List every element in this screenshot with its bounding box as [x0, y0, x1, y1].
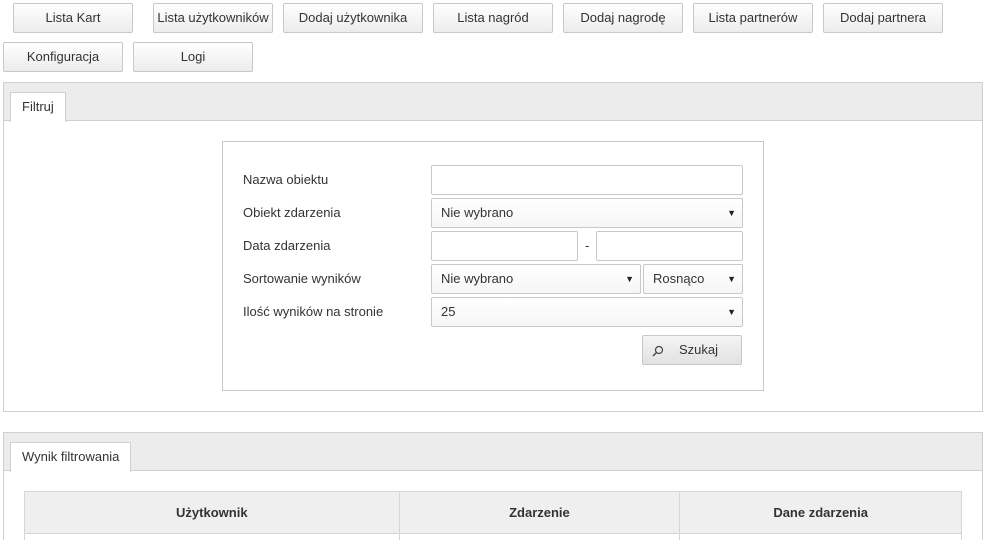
- search-button-label: Szukaj: [679, 342, 719, 357]
- nav-button-logi[interactable]: Logi: [133, 42, 253, 72]
- nav-button-dodaj-partnera[interactable]: Dodaj partnera: [823, 3, 943, 33]
- sort-order-value: Rosnąco: [653, 271, 705, 286]
- per-page-value: 25: [441, 304, 456, 319]
- filter-panel: Filtruj Nazwa obiektu Obiekt zdarzenia N…: [3, 82, 983, 412]
- object-name-label: Nazwa obiektu: [243, 172, 329, 187]
- table-cell: [398, 533, 681, 540]
- search-icon: [652, 345, 664, 357]
- results-panel-header: [4, 433, 982, 471]
- chevron-down-icon: ▼: [625, 274, 634, 284]
- filter-panel-header: [4, 83, 982, 121]
- search-button[interactable]: Szukaj: [642, 335, 742, 365]
- per-page-label: Ilość wyników na stronie: [243, 304, 384, 319]
- results-table: Użytkownik Zdarzenie Dane zdarzenia: [24, 491, 962, 540]
- tab-filtruj[interactable]: Filtruj: [10, 92, 66, 122]
- date-to-input[interactable]: [596, 231, 743, 261]
- date-from-input[interactable]: [431, 231, 578, 261]
- event-object-value: Nie wybrano: [441, 205, 514, 220]
- event-date-label: Data zdarzenia: [243, 238, 331, 253]
- event-object-select[interactable]: Nie wybrano ▼: [431, 198, 743, 228]
- table-row: [24, 533, 962, 540]
- filter-form: Nazwa obiektu Obiekt zdarzenia Nie wybra…: [222, 141, 764, 391]
- nav-button-lista-nagrod[interactable]: Lista nagród: [433, 3, 553, 33]
- chevron-down-icon: ▼: [727, 208, 736, 218]
- event-object-label: Obiekt zdarzenia: [243, 205, 341, 220]
- results-panel: Wynik filtrowania Użytkownik Zdarzenie D…: [3, 432, 983, 540]
- column-header-uzytkownik[interactable]: Użytkownik: [24, 491, 400, 534]
- sort-field-select[interactable]: Nie wybrano ▼: [431, 264, 641, 294]
- nav-button-lista-partnerow[interactable]: Lista partnerów: [693, 3, 813, 33]
- table-cell: [679, 533, 962, 540]
- nav-button-konfiguracja[interactable]: Konfiguracja: [3, 42, 123, 72]
- date-separator: -: [585, 238, 590, 253]
- table-cell: [24, 533, 400, 540]
- nav-button-dodaj-nagrode[interactable]: Dodaj nagrodę: [563, 3, 683, 33]
- sort-label: Sortowanie wyników: [243, 271, 361, 286]
- nav-button-dodaj-uzytkownika[interactable]: Dodaj użytkownika: [283, 3, 423, 33]
- per-page-select[interactable]: 25 ▼: [431, 297, 743, 327]
- column-header-zdarzenie[interactable]: Zdarzenie: [398, 491, 681, 534]
- nav-button-lista-kart[interactable]: Lista Kart: [13, 3, 133, 33]
- nav-button-lista-uzytkownikow[interactable]: Lista użytkowników: [153, 3, 273, 33]
- sort-order-select[interactable]: Rosnąco ▼: [643, 264, 743, 294]
- chevron-down-icon: ▼: [727, 274, 736, 284]
- table-header-row: Użytkownik Zdarzenie Dane zdarzenia: [24, 491, 962, 534]
- column-header-dane-zdarzenia[interactable]: Dane zdarzenia: [679, 491, 962, 534]
- tab-wynik-filtrowania[interactable]: Wynik filtrowania: [10, 442, 132, 472]
- object-name-input[interactable]: [431, 165, 743, 195]
- sort-field-value: Nie wybrano: [441, 271, 514, 286]
- chevron-down-icon: ▼: [727, 307, 736, 317]
